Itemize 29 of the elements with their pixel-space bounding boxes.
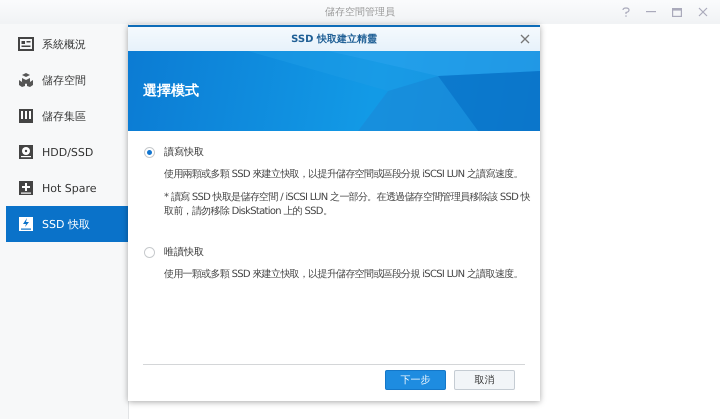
help-icon[interactable] bbox=[622, 7, 630, 17]
maximize-icon[interactable] bbox=[672, 8, 682, 16]
option-description: 使用兩顆或多顆 SSD 來建立快取，以提升儲存空間或區段分規 iSCSI LUN 之讀寫速度。 bbox=[164, 168, 524, 182]
sidebar-item[interactable]: Hot Spare bbox=[6, 170, 128, 206]
sidebar-item[interactable]: SSD 快取 bbox=[6, 206, 128, 242]
close-icon[interactable] bbox=[698, 7, 708, 17]
radio-button[interactable] bbox=[144, 146, 155, 158]
sidebar-item[interactable]: 儲存集區 bbox=[6, 98, 128, 134]
minimize-icon[interactable] bbox=[646, 11, 656, 13]
option-description: 使用一顆或多顆 SSD 來建立快取，以提升儲存空間或區段分規 iSCSI LUN 之讀取速度。 bbox=[164, 268, 524, 282]
window-title: 儲存空間管理員 bbox=[325, 6, 395, 19]
next-button[interactable]: 下一步 bbox=[385, 370, 446, 390]
lightning-drive-icon bbox=[18, 216, 34, 232]
plus-drive-icon bbox=[18, 180, 34, 196]
id-card-icon bbox=[18, 36, 34, 52]
option-note: * 讀寫 SSD 快取是儲存空間 / iSCSI LUN 之一部分。在透過儲存空間管理員移除該 SSD 快取前，請勿移除 DiskStation 上的 SSD。 bbox=[164, 191, 531, 219]
sidebar-item[interactable]: 系統概況 bbox=[6, 26, 128, 62]
disk-drive-icon bbox=[18, 144, 34, 160]
dialog-title: SSD 快取建立精靈 bbox=[291, 32, 377, 46]
cubes-icon bbox=[18, 72, 34, 88]
option-label: 讀寫快取 bbox=[164, 146, 204, 159]
sidebar-item[interactable]: HDD/SSD bbox=[6, 134, 128, 170]
option-label: 唯讀快取 bbox=[164, 246, 204, 259]
sidebar-item[interactable]: 儲存空間 bbox=[6, 62, 128, 98]
radio-button[interactable] bbox=[144, 246, 155, 258]
close-icon[interactable] bbox=[520, 34, 530, 44]
step-heading: 選擇模式 bbox=[143, 82, 199, 100]
cancel-button[interactable]: 取消 bbox=[454, 370, 515, 390]
columns-icon bbox=[18, 108, 34, 124]
